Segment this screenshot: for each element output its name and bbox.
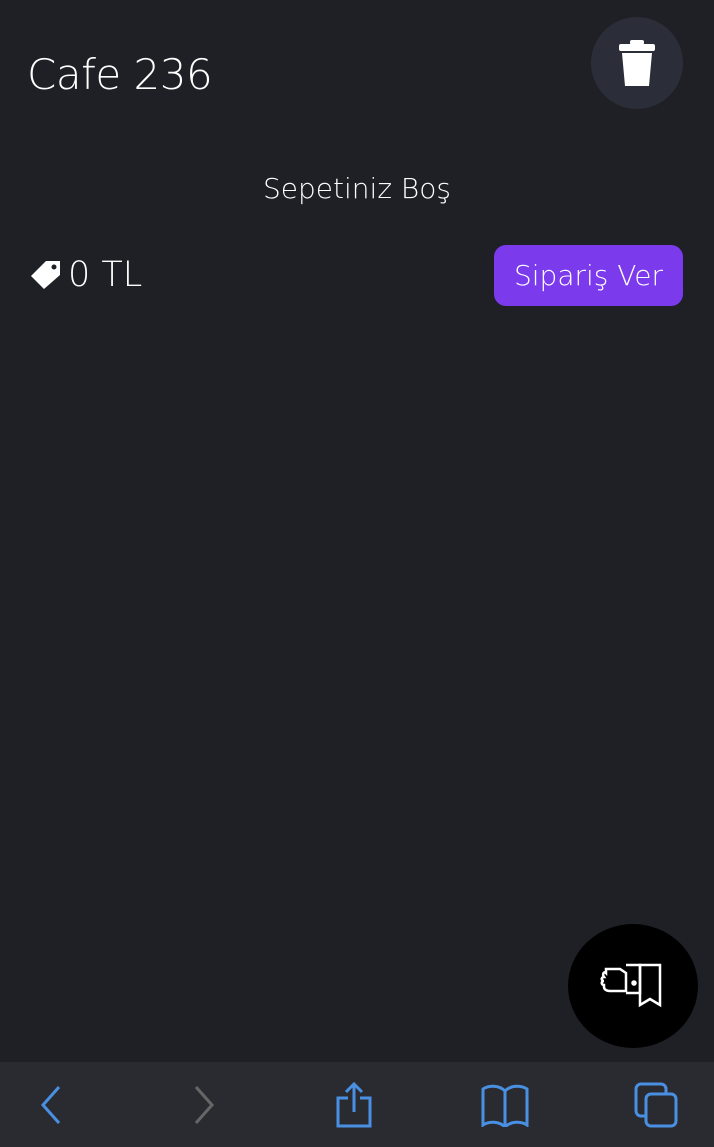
empty-cart-message: Sepetiniz Boş	[263, 172, 451, 205]
back-button[interactable]	[26, 1080, 76, 1130]
forward-button[interactable]	[179, 1080, 229, 1130]
share-button[interactable]	[329, 1080, 379, 1130]
tabs-button[interactable]	[632, 1080, 682, 1130]
forward-icon	[194, 1086, 215, 1124]
share-icon	[336, 1082, 372, 1128]
total-amount: 0 TL	[68, 255, 143, 295]
browser-toolbar	[0, 1062, 714, 1147]
call-waiter-button[interactable]	[568, 924, 698, 1048]
bookmarks-button[interactable]	[480, 1080, 530, 1130]
trash-icon	[619, 40, 655, 86]
back-icon	[40, 1086, 61, 1124]
clear-cart-button[interactable]	[591, 17, 683, 109]
bookmarks-icon	[481, 1084, 529, 1127]
tag-icon	[31, 261, 60, 289]
place-order-button[interactable]: Sipariş Ver	[494, 245, 683, 306]
cart-total: 0 TL	[28, 255, 142, 295]
call-waiter-icon	[600, 963, 662, 1008]
page-title: Cafe 236	[27, 50, 213, 99]
tabs-icon	[634, 1082, 678, 1128]
